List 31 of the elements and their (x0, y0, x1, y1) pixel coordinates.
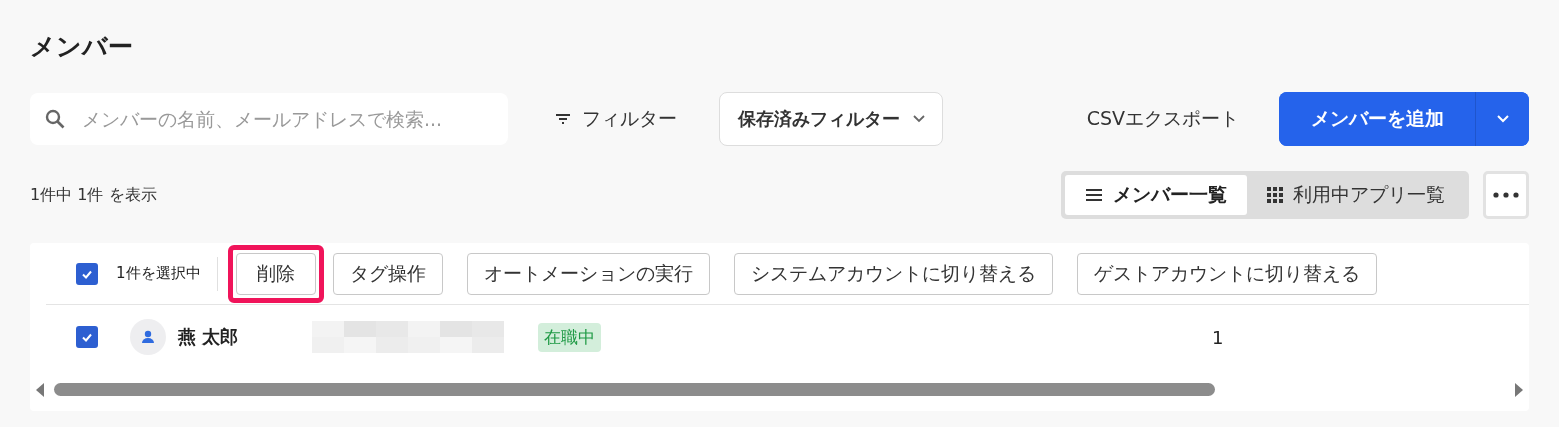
view-tab[interactable]: 利用中アプリ一覧 (1247, 175, 1465, 215)
saved-filter-dropdown[interactable]: 保存済みフィルター (719, 92, 943, 146)
action-button[interactable]: システムアカウントに切り替える (733, 252, 1053, 295)
action-button[interactable]: タグ操作 (332, 252, 443, 295)
action-button[interactable]: オートメーションの実行 (466, 252, 710, 295)
grid-icon (1267, 187, 1283, 203)
scroll-left-icon (36, 383, 44, 397)
result-count: 1件中 1件 を表示 (30, 184, 157, 206)
scrollbar-thumb[interactable] (54, 383, 1215, 396)
status-badge: 在職中 (538, 322, 601, 352)
checkbox[interactable] (76, 262, 98, 285)
member-name: 燕 太郎 (178, 325, 239, 349)
view-tab[interactable]: メンバー一覧 (1065, 175, 1247, 215)
action-button[interactable]: ゲストアカウントに切り替える (1076, 252, 1377, 295)
avatar-icon (130, 319, 166, 355)
page-title: メンバー (30, 31, 134, 63)
more-button[interactable] (1483, 171, 1529, 219)
filter-icon (554, 112, 572, 126)
list-icon (1085, 188, 1103, 202)
search-icon (44, 108, 66, 130)
scroll-right-icon (1515, 383, 1523, 397)
chevron-down-icon (912, 114, 926, 124)
search-field[interactable]: メンバーの名前、メールアドレスで検索... (30, 93, 508, 145)
chevron-down-icon (1495, 114, 1510, 124)
filter-button[interactable]: フィルター (544, 100, 687, 138)
table-cell: 1 (1212, 326, 1224, 348)
action-button[interactable]: 削除 (235, 252, 316, 295)
selection-count: 1件を選択中 (116, 264, 201, 283)
checkbox[interactable] (76, 326, 98, 348)
csv-export-button[interactable]: CSVエクスポート (1076, 100, 1249, 138)
more-icon (1493, 192, 1519, 198)
